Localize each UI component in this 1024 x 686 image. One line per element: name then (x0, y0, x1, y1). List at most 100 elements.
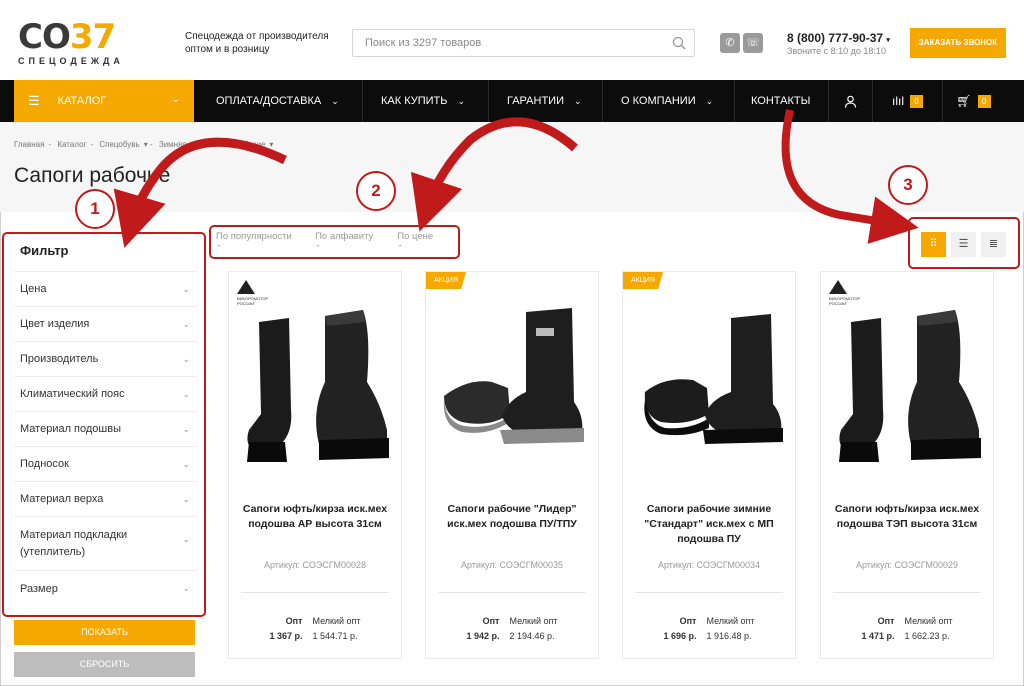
logo-accent: 37 (69, 17, 116, 57)
divider (833, 592, 981, 593)
product-card[interactable]: ВИКОРОМОТОР РОССИИ Сапоги юфть/кирза иск… (228, 271, 402, 659)
price-label: Мелкий опт (904, 616, 953, 626)
nav-item-label: О КОМПАНИИ (621, 95, 696, 107)
phone-number[interactable]: 8 (800) 777-90-37 ▾ (787, 31, 890, 45)
wholesale-price: 1 367 р. (269, 631, 303, 641)
chevron-down-icon: ⌄ (331, 95, 339, 106)
breadcrumb-home[interactable]: Главная (14, 140, 44, 149)
nav-item-label: ОПЛАТА/ДОСТАВКА (216, 95, 322, 107)
price-label: Мелкий опт (509, 616, 558, 626)
nav-item-label: ГАРАНТИИ (507, 95, 564, 107)
reset-button[interactable]: СБРОСИТЬ (14, 652, 195, 677)
product-name[interactable]: Сапоги рабочие "Лидер" иск.мех подошва П… (436, 502, 588, 532)
page-title: Сапоги рабочие (14, 164, 171, 187)
search-box (352, 29, 695, 57)
nav-item-contacts[interactable]: КОНТАКТЫ (734, 80, 828, 122)
sale-badge: АКЦИЯ (623, 272, 664, 289)
nav-item-guarantees[interactable]: ГАРАНТИИ ⌄ (488, 80, 602, 122)
catalog-menu-button[interactable]: ☰ КАТАЛОГ ⌄ (14, 80, 194, 122)
annotation-box-filter (2, 232, 206, 617)
wholesale-price: 1 696 р. (663, 631, 697, 641)
cart-icon: 🛒︎ (956, 94, 972, 108)
price-block: Опт 1 367 р. Мелкий опт 1 544.71 р. (239, 616, 391, 641)
annotation-number-2: 2 (356, 171, 396, 211)
main-nav: ☰ КАТАЛОГ ⌄ ОПЛАТА/ДОСТАВКА ⌄ КАК КУПИТЬ ⌄… (0, 80, 1024, 122)
chevron-down-icon: ⌄ (573, 95, 582, 106)
annotation-box-sort (209, 225, 460, 259)
divider (438, 592, 586, 593)
product-card[interactable]: АКЦИЯ Сапоги рабочие зимние "Стандарт" и… (622, 271, 796, 659)
price-block: Опт 1 942 р. Мелкий опт 2 194.46 р. (436, 616, 588, 641)
wholesale-price: 1 942 р. (466, 631, 500, 641)
search-input[interactable] (353, 30, 653, 56)
show-button[interactable]: ПОКАЗАТЬ (14, 620, 195, 645)
nav-item-label: КАК КУПИТЬ (381, 95, 448, 107)
site-header: СО37 СПЕЦОДЕЖДА Спецодежда от производит… (0, 0, 1024, 80)
whatsapp-icon[interactable]: ☏ (743, 33, 763, 53)
boot-image[interactable] (833, 292, 983, 472)
annotation-box-view (908, 217, 1020, 269)
boot-image[interactable] (635, 292, 785, 472)
product-name[interactable]: Сапоги юфть/кирза иск.мех подошва ТЭП вы… (831, 502, 983, 532)
wholesale-price: 1 471 р. (861, 631, 895, 641)
tagline: Спецодежда от производителя оптом и в ро… (185, 31, 329, 55)
price-label: Опт (877, 616, 895, 626)
nav-item-how-to-buy[interactable]: КАК КУПИТЬ ⌄ (362, 80, 488, 122)
compare-icon: ılıl (892, 94, 904, 108)
catalog-label: КАТАЛОГ (57, 95, 107, 107)
small-wholesale-price: 1 916.48 р. (706, 631, 752, 641)
site-logo[interactable]: СО37 СПЕЦОДЕЖДА (18, 20, 158, 66)
price-block: Опт 1 696 р. Мелкий опт 1 916.48 р. (633, 616, 785, 641)
cart-button[interactable]: 🛒︎ 0 (942, 80, 1004, 122)
callback-button[interactable]: ЗАКАЗАТЬ ЗВОНОК (910, 28, 1006, 58)
sale-badge: АКЦИЯ (426, 272, 467, 289)
breadcrumb-current[interactable]: Сапоги рабочие (206, 140, 266, 149)
chevron-down-icon: ⌄ (457, 95, 466, 106)
phone-hours: Звоните с 8:10 до 18:10 (787, 46, 886, 56)
price-label: Мелкий опт (312, 616, 361, 626)
viber-icon[interactable]: ✆ (720, 33, 740, 53)
product-card[interactable]: ВИКОРОМОТОР РОССИИ Сапоги юфть/кирза иск… (820, 271, 994, 659)
search-icon[interactable] (672, 36, 686, 50)
chevron-down-icon: ⌄ (171, 94, 180, 105)
user-glyph (844, 95, 857, 108)
product-card[interactable]: АКЦИЯ Сапоги рабочие "Лидер" иск.мех под… (425, 271, 599, 659)
user-icon[interactable] (828, 80, 872, 122)
product-sku: Артикул: СОЭСГМ00034 (657, 560, 760, 570)
divider (241, 592, 389, 593)
boot-image[interactable] (438, 292, 588, 472)
price-block: Опт 1 471 р. Мелкий опт 1 662.23 р. (831, 616, 983, 641)
nav-item-label: КОНТАКТЫ (751, 95, 811, 107)
breadcrumb: Главная - Каталог - Спецобувь ▾ - Зимняя ▾ -… (14, 140, 274, 149)
breadcrumb-winter[interactable]: Зимняя (159, 140, 187, 149)
divider (635, 592, 783, 593)
product-name[interactable]: Сапоги рабочие зимние "Стандарт" иск.мех… (633, 502, 785, 547)
cart-count: 0 (977, 94, 991, 108)
small-wholesale-price: 1 544.71 р. (312, 631, 358, 641)
price-label: Опт (482, 616, 500, 626)
chevron-down-icon: ⌄ (705, 95, 714, 106)
logo-main: СО (18, 17, 71, 57)
product-sku: Артикул: СОЭСГМ00035 (460, 560, 563, 570)
boot-image[interactable] (241, 292, 391, 472)
annotation-number-3: 3 (888, 165, 928, 205)
menu-icon: ☰ (28, 93, 40, 108)
product-sku: Артикул: СОЭСГМ00029 (855, 560, 958, 570)
phone-text: 8 (800) 777-90-37 (787, 31, 884, 45)
compare-button[interactable]: ılıl 0 (872, 80, 942, 122)
price-label: Мелкий опт (706, 616, 755, 626)
price-label: Опт (679, 616, 697, 626)
nav-item-delivery[interactable]: ОПЛАТА/ДОСТАВКА ⌄ (200, 80, 360, 122)
small-wholesale-price: 2 194.46 р. (509, 631, 555, 641)
logo-subtitle: СПЕЦОДЕЖДА (18, 56, 124, 66)
nav-item-about[interactable]: О КОМПАНИИ ⌄ (602, 80, 734, 122)
price-label: Опт (285, 616, 303, 626)
product-name[interactable]: Сапоги юфть/кирза иск.мех подошва АР выс… (239, 502, 391, 532)
product-sku: Артикул: СОЭСГМ00028 (263, 560, 366, 570)
chevron-down-icon: ▾ (886, 37, 890, 44)
breadcrumb-footwear[interactable]: Спецобувь (99, 140, 139, 149)
breadcrumb-catalog[interactable]: Каталог (57, 140, 86, 149)
small-wholesale-price: 1 662.23 р. (904, 631, 950, 641)
annotation-number-1: 1 (75, 189, 115, 229)
compare-count: 0 (910, 94, 923, 108)
